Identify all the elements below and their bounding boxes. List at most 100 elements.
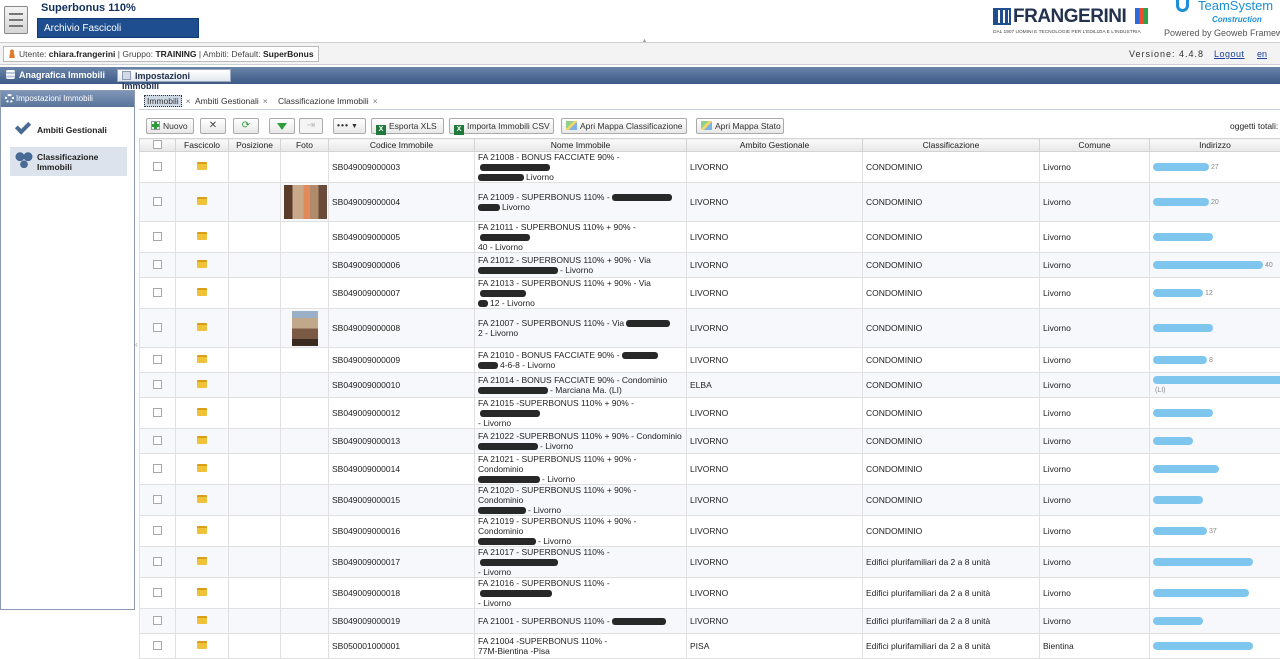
row-checkbox[interactable] [153, 588, 162, 597]
row-checkbox[interactable] [153, 557, 162, 566]
folder-icon[interactable] [197, 288, 207, 296]
row-checkbox[interactable] [153, 232, 162, 241]
row-checkbox-cell[interactable] [140, 348, 176, 373]
table-row[interactable]: SB049009000010FA 21014 - BONUS FACCIATE … [140, 373, 1280, 398]
export-disabled-button[interactable]: ⇥ [299, 118, 323, 134]
fascicolo-cell[interactable] [176, 253, 229, 278]
fascicolo-cell[interactable] [176, 609, 229, 634]
column-header[interactable]: Classificazione [863, 139, 1040, 152]
folder-icon[interactable] [197, 323, 207, 331]
row-checkbox[interactable] [153, 162, 162, 171]
row-checkbox-cell[interactable] [140, 454, 176, 485]
fascicolo-cell[interactable] [176, 222, 229, 253]
fascicolo-cell[interactable] [176, 373, 229, 398]
property-photo[interactable] [292, 311, 318, 346]
folder-icon[interactable] [197, 495, 207, 503]
row-checkbox-cell[interactable] [140, 253, 176, 278]
table-row[interactable]: SB049009000009FA 21010 - BONUS FACCIATE … [140, 348, 1280, 373]
row-checkbox-cell[interactable] [140, 578, 176, 609]
column-header[interactable]: Ambito Gestionale [687, 139, 863, 152]
row-checkbox[interactable] [153, 288, 162, 297]
table-row[interactable]: SB049009000018FA 21016 - SUPERBONUS 110%… [140, 578, 1280, 609]
close-icon[interactable]: × [186, 96, 191, 106]
select-all-checkbox[interactable] [153, 140, 162, 149]
table-row[interactable]: SB049009000003FA 21008 - BONUS FACCIATE … [140, 152, 1280, 183]
column-header[interactable]: Codice Immobile [329, 139, 475, 152]
logout-link[interactable]: Logout [1214, 49, 1245, 59]
table-row[interactable]: SB049009000012FA 21015 -SUPERBONUS 110% … [140, 398, 1280, 429]
folder-icon[interactable] [197, 436, 207, 444]
table-row[interactable]: SB049009000005FA 21011 - SUPERBONUS 110%… [140, 222, 1280, 253]
fascicolo-cell[interactable] [176, 547, 229, 578]
table-row[interactable]: SB049009000017FA 21017 - SUPERBONUS 110%… [140, 547, 1280, 578]
fascicolo-cell[interactable] [176, 309, 229, 348]
fascicolo-cell[interactable] [176, 516, 229, 547]
table-row[interactable]: SB049009000004FA 21009 - SUPERBONUS 110%… [140, 183, 1280, 222]
row-checkbox[interactable] [153, 495, 162, 504]
refresh-button[interactable]: ⟳ [233, 118, 259, 134]
row-checkbox[interactable] [153, 355, 162, 364]
filter-button[interactable] [269, 118, 295, 134]
table-row[interactable]: SB049009000007FA 21013 - SUPERBONUS 110%… [140, 278, 1280, 309]
sidebar-collapse-toggle[interactable]: ‹ [135, 340, 138, 349]
row-checkbox-cell[interactable] [140, 373, 176, 398]
delete-button[interactable]: ✕ [200, 118, 226, 134]
table-row[interactable]: SB049009000008FA 21007 - SUPERBONUS 110%… [140, 309, 1280, 348]
fascicolo-cell[interactable] [176, 183, 229, 222]
sidebar-item-classificazione-immobili[interactable]: Classificazione Immobili [10, 147, 127, 176]
menu-anagrafica-immobili[interactable]: Anagrafica Immobili [2, 69, 109, 82]
row-checkbox-cell[interactable] [140, 485, 176, 516]
folder-icon[interactable] [197, 260, 207, 268]
fascicolo-cell[interactable] [176, 278, 229, 309]
row-checkbox-cell[interactable] [140, 152, 176, 183]
table-row[interactable]: SB049009000006FA 21012 - SUPERBONUS 110%… [140, 253, 1280, 278]
close-icon[interactable]: × [263, 96, 268, 106]
folder-icon[interactable] [197, 526, 207, 534]
language-link[interactable]: en [1257, 49, 1267, 59]
row-checkbox[interactable] [153, 323, 162, 332]
fascicolo-cell[interactable] [176, 634, 229, 659]
row-checkbox[interactable] [153, 616, 162, 625]
menu-impostazioni-immobili[interactable]: Impostazioni Immobili [117, 69, 231, 82]
column-header[interactable]: Nome Immobile [475, 139, 687, 152]
row-checkbox[interactable] [153, 260, 162, 269]
tab-ambiti-gestionali[interactable]: Ambiti Gestionali× [192, 94, 271, 109]
column-header[interactable]: Foto [281, 139, 329, 152]
tab-immobili[interactable]: Immobili× [141, 94, 194, 109]
fascicolo-cell[interactable] [176, 348, 229, 373]
property-photo[interactable] [284, 185, 327, 219]
column-header[interactable]: Indirizzo [1150, 139, 1280, 152]
select-all-checkbox-cell[interactable] [140, 139, 176, 152]
close-icon[interactable]: × [373, 96, 378, 106]
row-checkbox-cell[interactable] [140, 609, 176, 634]
row-checkbox[interactable] [153, 197, 162, 206]
folder-icon[interactable] [197, 616, 207, 624]
fascicolo-cell[interactable] [176, 398, 229, 429]
row-checkbox-cell[interactable] [140, 429, 176, 454]
row-checkbox[interactable] [153, 641, 162, 650]
folder-icon[interactable] [197, 464, 207, 472]
row-checkbox-cell[interactable] [140, 309, 176, 348]
fascicolo-cell[interactable] [176, 454, 229, 485]
row-checkbox[interactable] [153, 408, 162, 417]
row-checkbox-cell[interactable] [140, 222, 176, 253]
column-header[interactable]: Fascicolo [176, 139, 229, 152]
row-checkbox[interactable] [153, 526, 162, 535]
new-button[interactable]: Nuovo [146, 118, 194, 134]
folder-icon[interactable] [197, 232, 207, 240]
row-checkbox[interactable] [153, 380, 162, 389]
folder-icon[interactable] [197, 557, 207, 565]
row-checkbox-cell[interactable] [140, 398, 176, 429]
open-status-map-button[interactable]: Apri Mappa Stato [696, 118, 784, 134]
export-xls-button[interactable]: XEsporta XLS [371, 118, 444, 134]
table-row[interactable]: SB049009000015FA 21020 - SUPERBONUS 110%… [140, 485, 1280, 516]
table-row[interactable]: SB049009000013FA 21022 -SUPERBONUS 110% … [140, 429, 1280, 454]
table-row[interactable]: SB049009000014FA 21021 - SUPERBONUS 110%… [140, 454, 1280, 485]
fascicolo-cell[interactable] [176, 152, 229, 183]
folder-icon[interactable] [197, 162, 207, 170]
tab-classificazione-immobili[interactable]: Classificazione Immobili× [275, 94, 381, 109]
open-classification-map-button[interactable]: Apri Mappa Classificazione [561, 118, 687, 134]
folder-icon[interactable] [197, 641, 207, 649]
import-csv-button[interactable]: XImporta Immobili CSV [449, 118, 554, 134]
row-checkbox[interactable] [153, 464, 162, 473]
